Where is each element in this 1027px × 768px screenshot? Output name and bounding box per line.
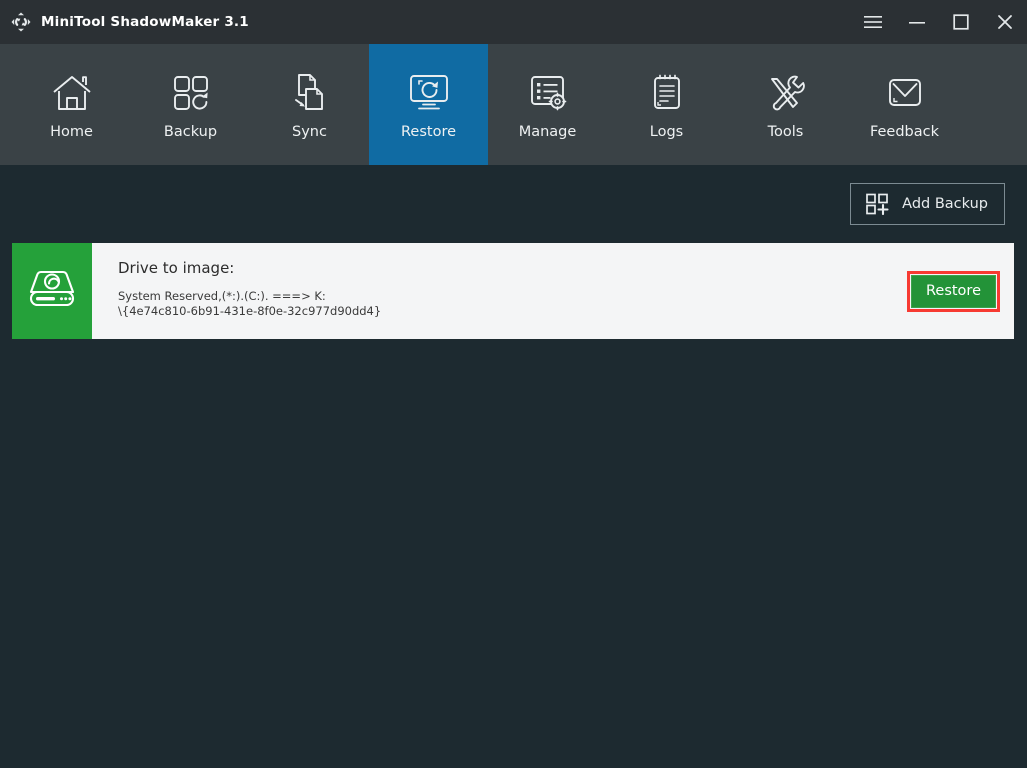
title-bar: MiniTool ShadowMaker 3.1 xyxy=(0,0,1027,44)
add-backup-label: Add Backup xyxy=(902,196,988,212)
monitor-refresh-icon xyxy=(406,70,452,116)
window-title: MiniTool ShadowMaker 3.1 xyxy=(41,14,249,30)
nav-item-logs[interactable]: Logs xyxy=(607,44,726,165)
nav-label-sync: Sync xyxy=(292,123,327,140)
nav-label-home: Home xyxy=(50,123,93,140)
minimize-icon xyxy=(909,22,925,24)
menu-button[interactable] xyxy=(851,0,895,44)
clipboard-icon xyxy=(645,70,689,116)
list-gear-icon xyxy=(526,70,570,116)
backup-squares-icon xyxy=(169,70,213,116)
backup-card-body: Drive to image: System Reserved,(*:).(C:… xyxy=(92,243,907,339)
nav-label-restore: Restore xyxy=(400,123,457,140)
nav-item-backup[interactable]: Backup xyxy=(131,44,250,165)
restore-button[interactable]: Restore xyxy=(910,274,997,308)
nav-label-feedback: Feedback xyxy=(869,123,940,140)
nav-item-sync[interactable]: Sync xyxy=(250,44,369,165)
hard-drive-icon xyxy=(25,265,79,317)
hamburger-menu-icon xyxy=(864,16,882,28)
nav-label-backup: Backup xyxy=(163,123,218,140)
content-toolbar: Add Backup xyxy=(0,165,1027,243)
add-backup-button[interactable]: Add Backup xyxy=(850,183,1005,225)
nav-item-restore[interactable]: Restore xyxy=(369,44,488,165)
maximize-icon xyxy=(953,14,969,30)
restore-button-highlight: Restore xyxy=(906,270,1000,312)
content-area: Add Backup Drive to image: System Reserv xyxy=(0,165,1027,768)
envelope-icon xyxy=(883,70,927,116)
window-controls xyxy=(851,0,1027,44)
nav-item-home[interactable]: Home xyxy=(12,44,131,165)
nav-label-tools: Tools xyxy=(767,123,804,140)
nav-item-feedback[interactable]: Feedback xyxy=(845,44,964,165)
nav-item-tools[interactable]: Tools xyxy=(726,44,845,165)
nav-label-logs: Logs xyxy=(649,123,684,140)
backup-card-thumb xyxy=(12,243,92,339)
backup-card-action: Restore xyxy=(906,243,1014,339)
tools-icon xyxy=(764,70,808,116)
backup-card-details: System Reserved,(*:).(C:). ===> K: \{4e7… xyxy=(118,288,382,319)
minimize-button[interactable] xyxy=(895,0,939,44)
backup-card[interactable]: Drive to image: System Reserved,(*:).(C:… xyxy=(12,243,1014,339)
close-button[interactable] xyxy=(983,0,1027,44)
backup-card-title: Drive to image: xyxy=(118,259,235,277)
close-icon xyxy=(998,15,1012,29)
add-backup-icon xyxy=(866,193,891,215)
sync-arrows-icon xyxy=(10,11,32,33)
main-navigation: Home Backup Sync Restore Manage Logs Too… xyxy=(0,44,1027,165)
maximize-button[interactable] xyxy=(939,0,983,44)
nav-item-manage[interactable]: Manage xyxy=(488,44,607,165)
home-icon xyxy=(50,70,94,116)
sync-files-icon xyxy=(288,70,332,116)
nav-label-manage: Manage xyxy=(518,123,577,140)
